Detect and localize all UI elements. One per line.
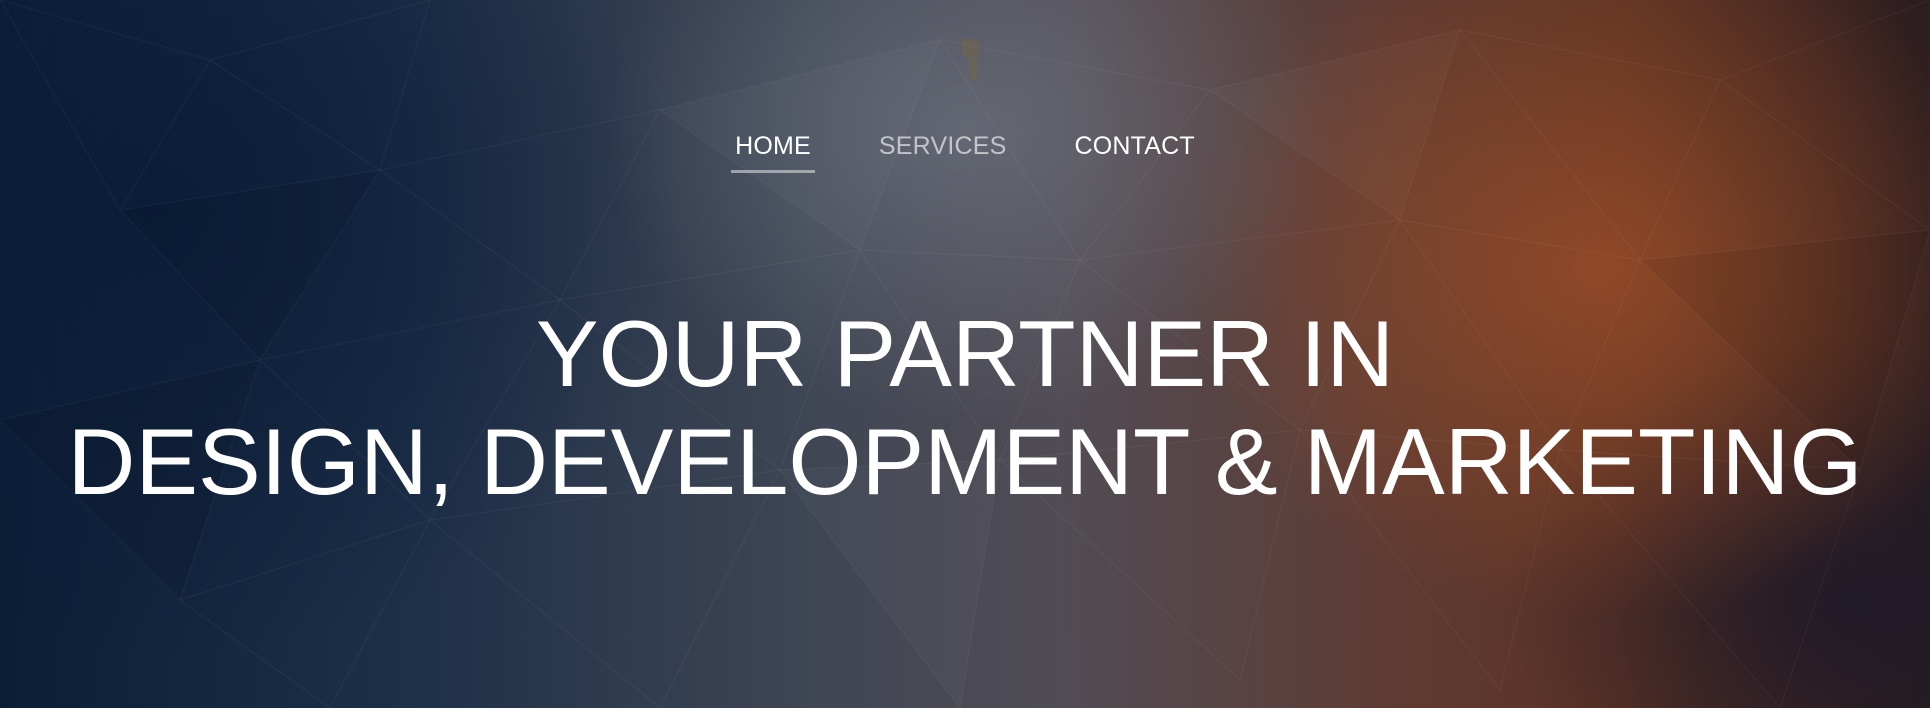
- nav-services[interactable]: SERVICES: [877, 132, 1009, 169]
- hero-headline: YOUR PARTNER IN DESIGN, DEVELOPMENT & MA…: [0, 300, 1930, 516]
- nav-home[interactable]: HOME: [731, 132, 815, 173]
- main-navigation: HOME SERVICES CONTACT: [0, 132, 1930, 173]
- hero-section: HOME SERVICES CONTACT YOUR PARTNER IN DE…: [0, 0, 1930, 708]
- logo-mark-icon[interactable]: [955, 34, 985, 86]
- hero-headline-line2: DESIGN, DEVELOPMENT & MARKETING: [67, 409, 1863, 514]
- nav-contact[interactable]: CONTACT: [1073, 132, 1197, 169]
- hero-headline-line1: YOUR PARTNER IN: [535, 301, 1395, 406]
